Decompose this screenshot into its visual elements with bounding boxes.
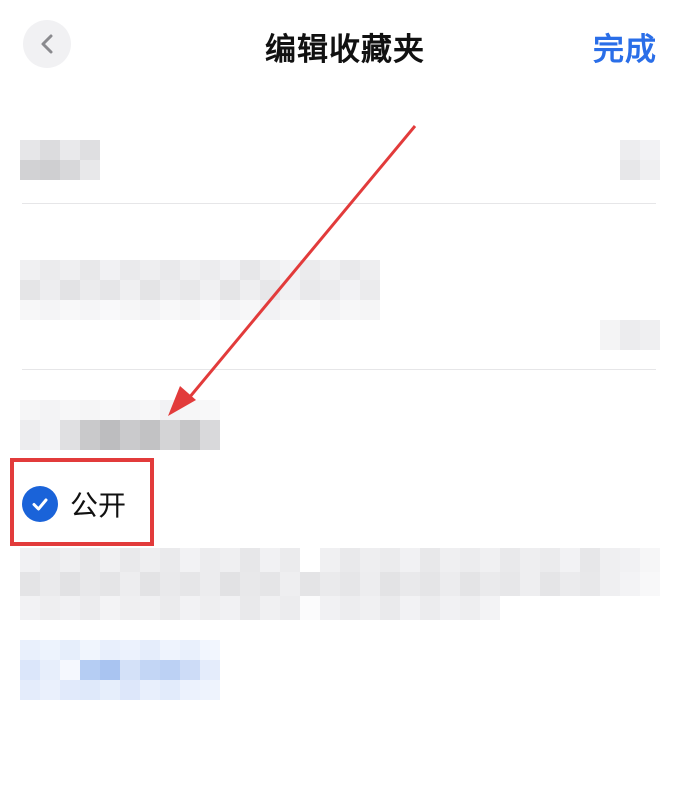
highlight-box (10, 458, 154, 546)
visibility-section-heading (20, 400, 220, 450)
done-button[interactable]: 完成 (593, 24, 657, 69)
page-title: 编辑收藏夹 (265, 32, 425, 68)
public-description (20, 548, 660, 620)
header: 编辑收藏夹 完成 (0, 0, 690, 90)
name-counter (620, 140, 660, 180)
divider (22, 369, 656, 370)
collection-name-field[interactable] (20, 140, 100, 180)
divider (22, 203, 656, 204)
collection-description-field[interactable] (20, 260, 380, 320)
description-counter (600, 320, 660, 350)
privacy-link[interactable] (20, 640, 220, 700)
